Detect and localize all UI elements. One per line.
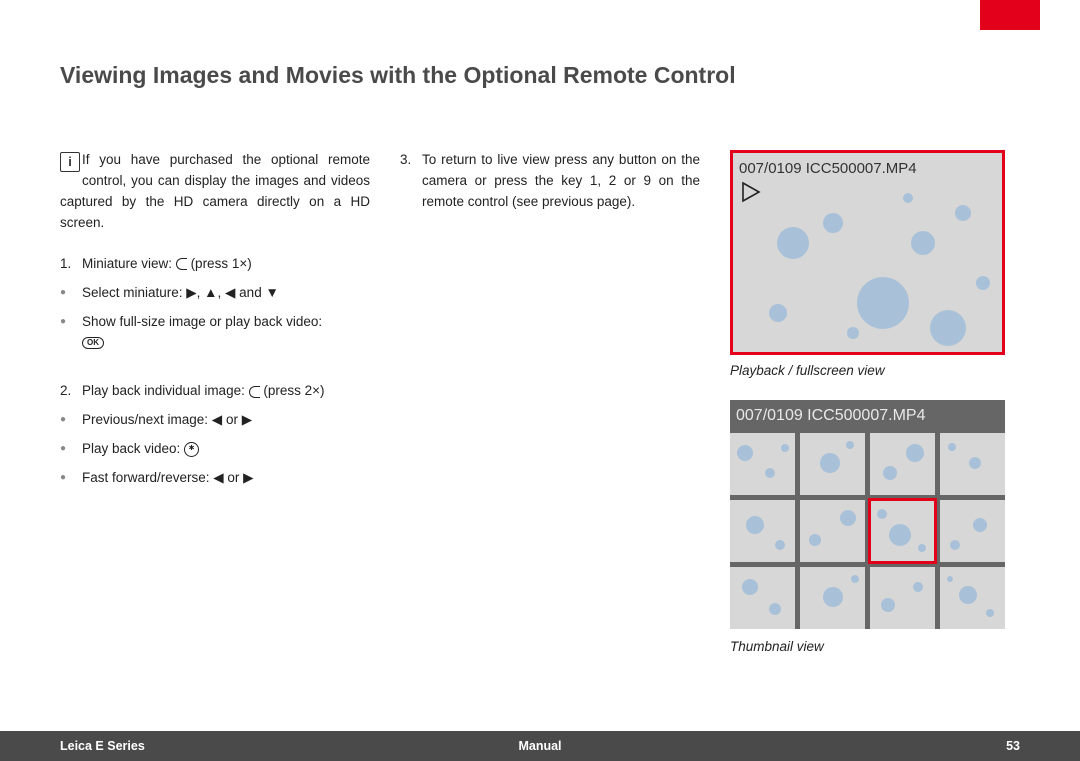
- thumb-cell-selected: [870, 500, 935, 562]
- step-2: 2. Play back individual image: (press 2×…: [60, 381, 370, 402]
- footer-center: Manual: [0, 739, 1080, 753]
- step-text: Play back individual image: (press 2×): [82, 381, 325, 402]
- thumb-cell: [800, 567, 865, 629]
- info-camera-icon: ✱: [184, 442, 199, 457]
- column-1: i If you have purchased the optional rem…: [60, 150, 370, 676]
- sample-image: [733, 153, 1002, 352]
- bullet-icon: ●: [60, 410, 82, 431]
- playback-figure: 007/0109 ICC500007.MP4: [730, 150, 1005, 355]
- page-title: Viewing Images and Movies with the Optio…: [60, 62, 736, 89]
- bullet-play-video: ● Play back video: ✱: [60, 439, 370, 460]
- thumb-cell: [940, 567, 1005, 629]
- page-footer: Leica E Series Manual 53: [0, 731, 1080, 761]
- intro-text: If you have purchased the optional remot…: [60, 152, 370, 230]
- step-number: 3.: [400, 150, 422, 213]
- column-3: 007/0109 ICC500007.MP4 Playback / fullsc…: [730, 150, 1020, 676]
- info-icon: i: [60, 152, 80, 172]
- step-text: Miniature view: (press 1×): [82, 254, 252, 275]
- bullet-text: Play back video: ✱: [82, 439, 199, 460]
- bullet-text: Show full-size image or play back video:…: [82, 312, 370, 354]
- thumbnail-grid: [730, 433, 1005, 629]
- step-number: 2.: [60, 381, 82, 402]
- playback-caption: Playback / fullscreen view: [730, 361, 1020, 382]
- thumbnail-header: 007/0109 ICC500007.MP4: [730, 400, 1005, 433]
- brand-tab: [980, 0, 1040, 30]
- thumb-cell: [800, 500, 865, 562]
- intro-paragraph: i If you have purchased the optional rem…: [60, 150, 370, 234]
- footer-left: Leica E Series: [60, 739, 145, 753]
- bullet-show-fullsize: ● Show full-size image or play back vide…: [60, 312, 370, 354]
- bullet-text: Select miniature: ▶, ▲, ◀ and ▼: [82, 283, 279, 304]
- bullet-icon: ●: [60, 312, 82, 354]
- step-number: 1.: [60, 254, 82, 275]
- bullet-ff-rev: ● Fast forward/reverse: ◀ or ▶: [60, 468, 370, 489]
- bullet-prev-next: ● Previous/next image: ◀ or ▶: [60, 410, 370, 431]
- content-area: i If you have purchased the optional rem…: [60, 150, 1020, 676]
- thumbnail-caption: Thumbnail view: [730, 637, 1020, 658]
- thumb-cell: [730, 500, 795, 562]
- bullet-icon: ●: [60, 439, 82, 460]
- bullet-icon: ●: [60, 283, 82, 304]
- step-3: 3. To return to live view press any butt…: [400, 150, 700, 213]
- thumb-cell: [730, 567, 795, 629]
- footer-right: 53: [1006, 739, 1020, 753]
- bullet-select-miniature: ● Select miniature: ▶, ▲, ◀ and ▼: [60, 283, 370, 304]
- thumb-cell: [870, 567, 935, 629]
- back-icon: [176, 258, 187, 270]
- column-2: 3. To return to live view press any butt…: [400, 150, 700, 676]
- thumb-cell: [870, 433, 935, 495]
- bullet-text: Fast forward/reverse: ◀ or ▶: [82, 468, 254, 489]
- thumb-cell: [800, 433, 865, 495]
- step-1: 1. Miniature view: (press 1×): [60, 254, 370, 275]
- back-icon: [249, 386, 260, 398]
- thumb-cell: [940, 433, 1005, 495]
- step-text: To return to live view press any button …: [422, 150, 700, 213]
- thumb-cell: [730, 433, 795, 495]
- thumb-cell: [940, 500, 1005, 562]
- bullet-icon: ●: [60, 468, 82, 489]
- ok-icon: OK: [82, 337, 104, 349]
- bullet-text: Previous/next image: ◀ or ▶: [82, 410, 252, 431]
